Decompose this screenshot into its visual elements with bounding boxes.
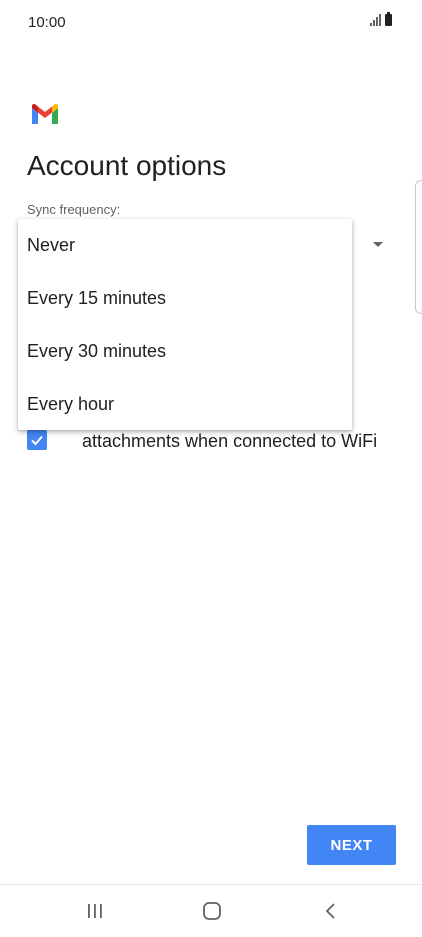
page-title: Account options [27, 150, 227, 181]
download-attachments-label: attachments when connected to WiFi [82, 431, 378, 451]
recents-icon[interactable] [86, 903, 104, 919]
dropdown-arrow-icon [373, 242, 383, 247]
gmail-logo-icon [32, 104, 58, 124]
back-icon[interactable] [324, 902, 338, 920]
signal-icon [370, 14, 381, 26]
check-icon [31, 435, 43, 446]
battery-icon [385, 12, 392, 26]
status-icons [370, 12, 392, 26]
account-options-screen: 10:00 Account options Sync frequency: Ne… [0, 0, 422, 937]
menu-item-every-30-minutes[interactable]: Every 30 minutes [18, 325, 352, 378]
navigation-bar [0, 885, 422, 937]
sync-frequency-label: Sync frequency: [27, 202, 121, 217]
status-time: 10:00 [28, 14, 66, 31]
next-button[interactable]: NEXT [307, 825, 396, 865]
menu-item-every-15-minutes[interactable]: Every 15 minutes [18, 272, 352, 325]
scroll-edge-indicator [415, 180, 422, 314]
menu-item-never[interactable]: Never [18, 219, 352, 272]
download-attachments-checkbox[interactable] [27, 430, 47, 450]
menu-item-every-hour[interactable]: Every hour [18, 378, 352, 431]
home-icon[interactable] [203, 902, 221, 920]
sync-frequency-menu: Never Every 15 minutes Every 30 minutes … [18, 219, 352, 430]
